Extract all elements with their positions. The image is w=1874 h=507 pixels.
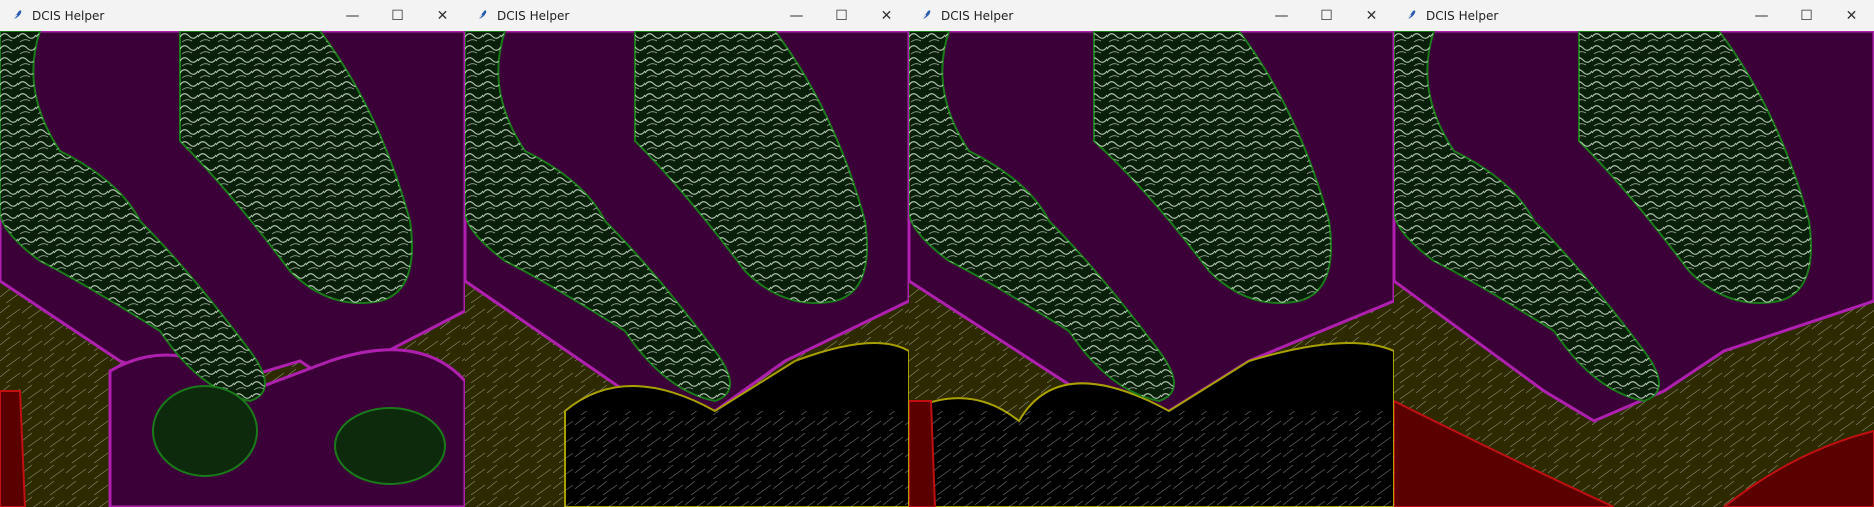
window-title: DCIS Helper bbox=[497, 8, 570, 23]
close-button[interactable]: ✕ bbox=[1349, 0, 1394, 31]
dcis-helper-window-4: DCIS Helper — ☐ ✕ bbox=[1394, 0, 1874, 507]
maximize-button[interactable]: ☐ bbox=[1304, 0, 1349, 31]
window-title: DCIS Helper bbox=[32, 8, 105, 23]
maximize-button[interactable]: ☐ bbox=[819, 0, 864, 31]
title-bar[interactable]: DCIS Helper — ☐ ✕ bbox=[465, 0, 909, 32]
minimize-button[interactable]: — bbox=[1259, 0, 1304, 31]
maximize-button[interactable]: ☐ bbox=[1784, 0, 1829, 31]
window-title: DCIS Helper bbox=[1426, 8, 1499, 23]
maximize-button[interactable]: ☐ bbox=[375, 0, 420, 31]
window-title: DCIS Helper bbox=[941, 8, 1014, 23]
title-bar[interactable]: DCIS Helper — ☐ ✕ bbox=[1394, 0, 1874, 32]
dcis-helper-window-2: DCIS Helper — ☐ ✕ bbox=[465, 0, 909, 507]
minimize-button[interactable]: — bbox=[1739, 0, 1784, 31]
title-bar[interactable]: DCIS Helper — ☐ ✕ bbox=[909, 0, 1394, 32]
dcis-helper-window-3: DCIS Helper — ☐ ✕ bbox=[909, 0, 1394, 507]
feather-icon bbox=[473, 8, 489, 24]
feather-icon bbox=[917, 8, 933, 24]
segmentation-canvas[interactable] bbox=[1394, 31, 1874, 507]
minimize-button[interactable]: — bbox=[330, 0, 375, 31]
minimize-button[interactable]: — bbox=[774, 0, 819, 31]
close-button[interactable]: ✕ bbox=[1829, 0, 1874, 31]
close-button[interactable]: ✕ bbox=[420, 0, 465, 31]
segmentation-canvas[interactable] bbox=[465, 31, 909, 507]
feather-icon bbox=[1402, 8, 1418, 24]
dcis-helper-window-1: DCIS Helper — ☐ ✕ bbox=[0, 0, 465, 507]
feather-icon bbox=[8, 8, 24, 24]
segmentation-canvas[interactable] bbox=[909, 31, 1394, 507]
title-bar[interactable]: DCIS Helper — ☐ ✕ bbox=[0, 0, 465, 32]
segmentation-canvas[interactable] bbox=[0, 31, 465, 507]
close-button[interactable]: ✕ bbox=[864, 0, 909, 31]
